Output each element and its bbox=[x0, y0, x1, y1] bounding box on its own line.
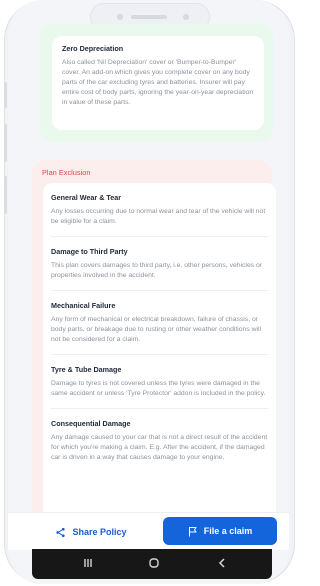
notch-speaker bbox=[131, 15, 167, 19]
exclusion-item-text: Any damage caused to your car that is no… bbox=[51, 434, 268, 461]
exclusion-item-title: Damage to Third Party bbox=[51, 247, 128, 256]
share-icon bbox=[55, 527, 66, 538]
notch-dot-left bbox=[117, 14, 123, 20]
home-icon[interactable] bbox=[148, 557, 160, 573]
exclusion-item-text: This plan covers damages to third party,… bbox=[51, 262, 263, 279]
exclusion-item-title: Mechanical Failure bbox=[51, 301, 116, 310]
exclusion-item: Damage to Third Party This plan covers d… bbox=[51, 237, 268, 291]
exclusion-card: General Wear & Tear Any losses occurring… bbox=[43, 183, 276, 523]
exclusion-item-title: Tyre & Tube Damage bbox=[51, 365, 122, 374]
notch-dot-right bbox=[183, 14, 189, 20]
plan-exclusion-title: Plan Exclusion bbox=[42, 168, 91, 177]
exclusion-item: Mechanical Failure Any form of mechanica… bbox=[51, 291, 268, 355]
exclusion-item-text: Damage to tyres is not covered unless th… bbox=[51, 380, 266, 397]
addon-card: Zero Depreciation Also called 'Nil Depre… bbox=[52, 36, 264, 130]
recents-icon[interactable] bbox=[82, 557, 94, 573]
exclusion-item: Consequential Damage Any damage caused t… bbox=[51, 409, 268, 472]
addon-description: Also called 'Nil Depreciation' cover or … bbox=[62, 59, 254, 106]
share-policy-label: Share Policy bbox=[72, 527, 127, 537]
exclusion-item-text: Any form of mechanical or electrical bre… bbox=[51, 316, 262, 343]
system-navigation-bar bbox=[32, 549, 272, 579]
side-button-2 bbox=[4, 124, 7, 162]
exclusion-item-title: General Wear & Tear bbox=[51, 193, 122, 202]
share-policy-button[interactable]: Share Policy bbox=[32, 519, 150, 545]
side-button-3 bbox=[4, 176, 7, 214]
exclusion-item: General Wear & Tear Any losses occurring… bbox=[51, 183, 268, 237]
addon-title: Zero Depreciation bbox=[62, 44, 124, 53]
back-icon[interactable] bbox=[216, 557, 228, 573]
exclusion-item-text: Any losses occurring due to normal wear … bbox=[51, 208, 266, 225]
side-button-1 bbox=[4, 82, 7, 108]
file-claim-label: File a claim bbox=[203, 526, 253, 536]
exclusion-item: Tyre & Tube Damage Damage to tyres is no… bbox=[51, 355, 268, 409]
exclusion-item-title: Consequential Damage bbox=[51, 419, 131, 428]
flag-icon bbox=[188, 526, 198, 537]
file-claim-button[interactable]: File a claim bbox=[163, 517, 277, 545]
